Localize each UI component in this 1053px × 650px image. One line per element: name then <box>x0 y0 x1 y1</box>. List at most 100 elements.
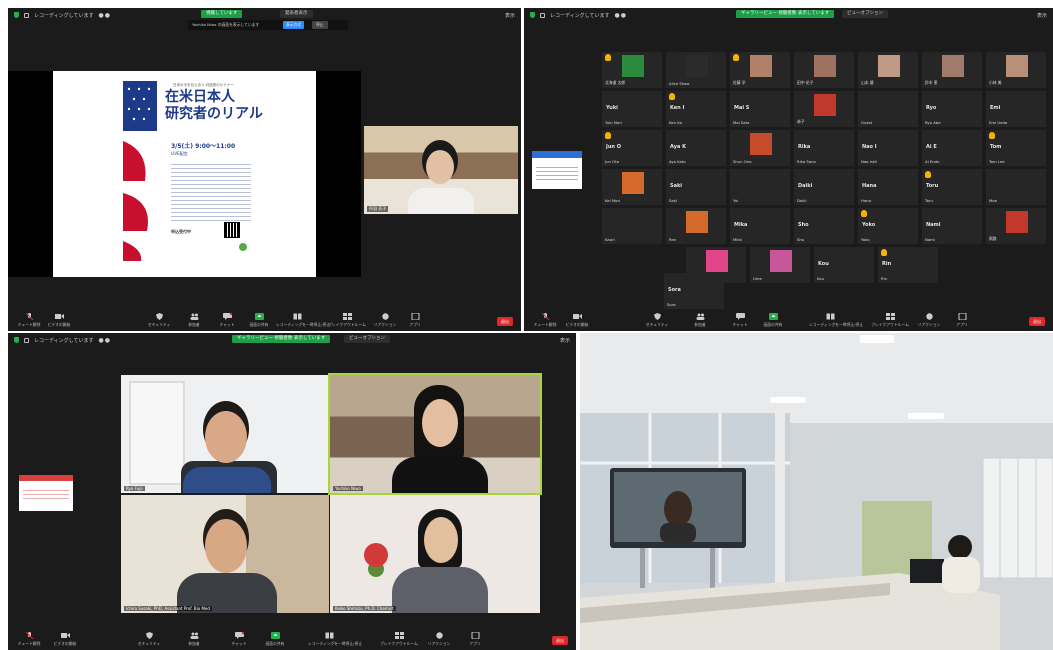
view-button[interactable]: 表示 <box>560 337 570 344</box>
apps-button[interactable]: アプリ <box>454 632 496 647</box>
participants-button[interactable]: 参加者 <box>679 313 721 328</box>
gallery-tile[interactable]: 鈴木 恵 <box>922 52 982 88</box>
qr-code-icon <box>224 222 240 238</box>
recording-controls-icon[interactable]: ●● <box>99 337 111 344</box>
record-button[interactable]: レコーディングを一時停止/停止 <box>809 313 863 328</box>
apps-button[interactable]: アプリ <box>394 313 436 328</box>
record-button[interactable]: レコーディングを一時停止/停止 <box>276 313 330 328</box>
gallery-tile[interactable]: Ryo Ryo Abe <box>922 91 982 127</box>
gallery-tile[interactable]: Kaori <box>602 208 662 244</box>
gallery-tile[interactable]: Yui <box>730 169 790 205</box>
gallery-tile[interactable]: Nao I Nao Ishii <box>858 130 918 166</box>
gallery-tile[interactable]: Nami Nami <box>922 208 982 244</box>
leave-button[interactable]: 退出 <box>1029 317 1045 326</box>
stop-share-button[interactable]: 停止 <box>312 21 328 29</box>
share-screen-button[interactable]: 画面の共有 <box>752 313 794 328</box>
participant-video-tile[interactable]: Ichiro Sasaki, PhD, Assistant Prof. Bio … <box>121 495 329 613</box>
gallery-tile[interactable]: Mai S Mai Sato <box>730 91 790 127</box>
breakout-button[interactable]: ブレイクアウトルーム <box>869 313 911 328</box>
recording-controls-icon[interactable]: ●● <box>99 12 111 19</box>
person-head <box>205 411 247 463</box>
shield-icon[interactable] <box>14 337 19 343</box>
gallery-tile[interactable]: Jun O Jun Ota <box>602 130 662 166</box>
gallery-tile[interactable]: Emi Emi Ueda <box>986 91 1046 127</box>
speaker-view-badge[interactable]: 発表者表示 <box>280 10 313 18</box>
gallery-tile[interactable]: Saki Saki <box>666 169 726 205</box>
video-button[interactable]: ビデオの開始 <box>44 632 86 647</box>
person-head <box>426 150 454 184</box>
gallery-tile[interactable]: 田中 花子 <box>794 52 854 88</box>
mute-icon <box>541 313 549 320</box>
gallery-tile[interactable]: Ren <box>666 208 726 244</box>
breakout-button[interactable]: ブレイクアウトルーム <box>378 632 420 647</box>
participant-display-name: Aya K <box>670 144 686 150</box>
share-screen-button[interactable]: 画面の共有 <box>254 632 296 647</box>
flyer-regist: 申込受付中 <box>171 229 191 234</box>
leave-button[interactable]: 退出 <box>497 317 513 326</box>
tile-name-label: Jun Ota <box>605 159 619 164</box>
gallery-tile[interactable]: Ume <box>750 247 810 283</box>
gallery-tile[interactable]: Yuki Yuki Mori <box>602 91 662 127</box>
gallery-tile[interactable]: Sho Sho <box>794 208 854 244</box>
record-button[interactable]: レコーディングを一時停止/停止 <box>308 632 362 647</box>
gallery-tile[interactable]: Kou Kou <box>814 247 874 283</box>
gallery-tile[interactable]: Yoko Yoko <box>858 208 918 244</box>
participant-video-tile[interactable]: Keiko Shimizu, Ph.D. Chemist <box>330 495 540 613</box>
participant-video-tile[interactable]: Ryo Fujii <box>121 375 329 493</box>
lock-icon <box>24 12 29 18</box>
gallery-tile[interactable]: Toru Toru <box>922 169 982 205</box>
tile-name-label: 佐藤 学 <box>733 80 746 85</box>
participant-display-name: Tom <box>990 144 1002 150</box>
tile-name-label: Yoko <box>861 237 870 242</box>
gallery-tile[interactable]: 小林 美 <box>986 52 1046 88</box>
security-button[interactable]: セキュリティ <box>128 632 170 647</box>
gallery-tile[interactable]: Ken I Ken Ito <box>666 91 726 127</box>
participants-button[interactable]: 参加者 <box>173 632 215 647</box>
leave-button[interactable]: 退出 <box>552 636 568 645</box>
gallery-tile[interactable]: Shun Ono <box>730 130 790 166</box>
gallery-tile[interactable]: Daiki Daiki <box>794 169 854 205</box>
view-button[interactable]: 表示 <box>505 12 515 19</box>
mute-icon <box>25 313 33 320</box>
participant-video-tile-active[interactable]: Yoshiko Niwa <box>328 373 542 495</box>
gallery-tile[interactable]: 佐藤 学 <box>730 52 790 88</box>
speaker-video-tile[interactable]: 丹羽 芳子 <box>364 126 518 214</box>
avatar <box>750 133 772 155</box>
flyer-sub: LIVE配信 <box>171 151 188 156</box>
tile-name-label: Kei Mori <box>605 198 621 203</box>
gallery-tile[interactable]: Tom Tom Lee <box>986 130 1046 166</box>
share-screen-button[interactable]: 画面の共有 <box>238 313 280 328</box>
gallery-tile[interactable]: Rin Rin <box>878 247 938 283</box>
apps-button[interactable]: アプリ <box>941 313 983 328</box>
avatar <box>622 172 644 194</box>
gallery-tile[interactable]: 釧路 <box>986 208 1046 244</box>
video-button[interactable]: ビデオの開始 <box>556 313 598 328</box>
shared-screen-thumbnail[interactable] <box>19 475 73 511</box>
tile-name-label: 田中 花子 <box>797 80 814 85</box>
gallery-tile[interactable]: 恭子 <box>794 91 854 127</box>
gallery-tile[interactable]: Kei Mori <box>602 169 662 205</box>
flyer-date: 3/5(土) 9:00〜11:00 <box>171 143 236 150</box>
gallery-tile[interactable]: Rika Rika Sano <box>794 130 854 166</box>
shield-icon[interactable] <box>14 12 19 18</box>
gallery-tile[interactable]: Alice Shaw <box>666 52 726 88</box>
gallery-tile[interactable]: Guest <box>858 91 918 127</box>
participant-display-name: Daiki <box>798 183 813 189</box>
gallery-tile[interactable]: Hana Hana <box>858 169 918 205</box>
gallery-tile[interactable]: Aya K Aya Kato <box>666 130 726 166</box>
tile-name-label: Guest <box>861 120 873 125</box>
gallery-tile[interactable]: Moe <box>986 169 1046 205</box>
participant-display-name: Kou <box>818 261 829 267</box>
breakout-button[interactable]: ブレイクアウトルーム <box>326 313 368 328</box>
gallery-tile[interactable]: 北海道 太郎 <box>602 52 662 88</box>
tile-name-label: Ren <box>669 237 677 242</box>
video-button[interactable]: ビデオの開始 <box>38 313 80 328</box>
gallery-tile[interactable]: Mika Mika <box>730 208 790 244</box>
security-button[interactable]: セキュリティ <box>636 313 678 328</box>
gallery-tile[interactable]: Sora Sora <box>664 273 724 309</box>
view-options-badge[interactable]: ビューオプション <box>344 335 390 343</box>
gallery-tile[interactable]: Ai E Ai Endo <box>922 130 982 166</box>
tile-name-label: Tom Lee <box>989 159 1005 164</box>
gallery-tile[interactable]: 山本 健 <box>858 52 918 88</box>
view-options-button[interactable]: 表示方式 <box>283 21 305 29</box>
